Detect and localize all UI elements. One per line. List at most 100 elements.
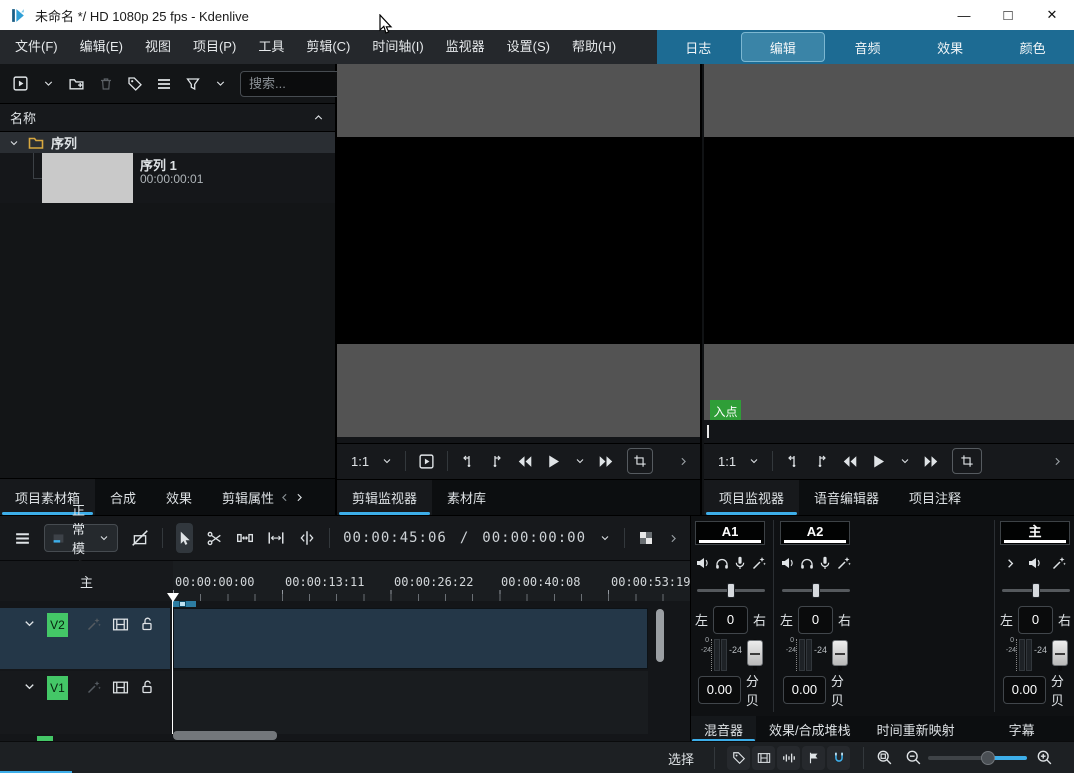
play-icon[interactable] — [545, 453, 562, 470]
bin-folder-row[interactable]: 序列 — [0, 132, 335, 153]
menu-settings[interactable]: 设置(S) — [496, 30, 561, 64]
effects-wand-icon[interactable] — [836, 555, 852, 571]
gain-value[interactable]: 0.00 — [698, 676, 741, 704]
split-icon[interactable] — [298, 529, 316, 547]
mute-icon[interactable] — [695, 555, 711, 571]
record-mic-icon[interactable] — [732, 555, 748, 571]
razor-tool-icon[interactable] — [206, 530, 223, 547]
zoom-slider-track[interactable] — [928, 756, 988, 760]
chevron-down-icon[interactable] — [42, 77, 55, 90]
track-label-v1[interactable]: V1 — [47, 676, 68, 700]
zoom-fit-icon[interactable] — [876, 749, 893, 766]
filter-icon[interactable] — [185, 76, 201, 92]
tab-clip-properties[interactable]: 剪辑属性 — [207, 479, 278, 515]
tab-library[interactable]: 素材库 — [432, 480, 501, 515]
workspace-tab-color[interactable]: 颜色 — [991, 30, 1074, 64]
timeline-ruler[interactable]: 00:00:00:00 00:00:13:11 00:00:26:22 00:0… — [173, 561, 690, 601]
snap-button[interactable] — [827, 746, 850, 770]
zone-mode-button[interactable] — [952, 448, 982, 474]
fader-knob[interactable] — [832, 640, 848, 666]
fader-knob[interactable] — [1052, 640, 1068, 666]
marker-flag-button[interactable] — [802, 746, 825, 770]
timeline-master-button[interactable]: 主 — [0, 561, 173, 601]
minimize-button[interactable]: — — [942, 0, 986, 30]
mute-icon[interactable] — [1027, 555, 1043, 571]
tab-project-monitor[interactable]: 项目监视器 — [704, 480, 799, 515]
effects-wand-icon[interactable] — [1051, 555, 1067, 571]
track-lane-v2[interactable] — [173, 608, 648, 669]
chevron-down-icon[interactable] — [8, 137, 20, 149]
menu-project[interactable]: 项目(P) — [182, 30, 247, 64]
menu-monitor[interactable]: 监视器 — [435, 30, 496, 64]
timeline-menu-icon[interactable] — [14, 530, 31, 547]
filmstrip-icon[interactable] — [112, 616, 129, 633]
lock-open-icon[interactable] — [139, 616, 155, 632]
menu-file[interactable]: 文件(F) — [4, 30, 69, 64]
chevron-down-icon[interactable] — [748, 455, 760, 467]
effects-wand-icon[interactable] — [86, 679, 102, 695]
zoom-out-icon[interactable] — [905, 749, 922, 766]
zoom-slider-handle[interactable] — [981, 751, 995, 765]
track-header-v1[interactable]: V1 — [0, 671, 170, 734]
filmstrip-icon[interactable] — [112, 679, 129, 696]
balance-slider[interactable] — [697, 589, 765, 592]
gain-value[interactable]: 0.00 — [1003, 676, 1046, 704]
volume-fader[interactable] — [1051, 639, 1069, 671]
tab-subtitles[interactable]: 字幕 — [996, 716, 1048, 742]
workspace-tab-logging[interactable]: 日志 — [657, 30, 740, 64]
clip-monitor-ruler[interactable] — [337, 437, 700, 443]
lock-open-icon[interactable] — [139, 679, 155, 695]
tag-icon[interactable] — [127, 76, 143, 92]
chevron-down-icon[interactable] — [214, 77, 227, 90]
monitor-zoom-level[interactable]: 1:1 — [718, 454, 736, 469]
monitor-headphones-icon[interactable] — [714, 555, 730, 571]
menu-help[interactable]: 帮助(H) — [561, 30, 627, 64]
zone-out-icon[interactable] — [813, 453, 829, 469]
balance-slider[interactable] — [782, 589, 850, 592]
workspace-tab-effects[interactable]: 效果 — [909, 30, 992, 64]
volume-fader[interactable] — [831, 639, 849, 671]
volume-fader[interactable] — [746, 639, 764, 671]
tab-scroll-right-icon[interactable] — [293, 491, 306, 504]
zoom-in-icon[interactable] — [1036, 749, 1053, 766]
project-monitor-ruler[interactable] — [704, 420, 1074, 443]
tab-speech-editor[interactable]: 语音编辑器 — [799, 480, 894, 515]
pan-value[interactable]: 0 — [1018, 606, 1053, 634]
search-input[interactable] — [240, 71, 350, 97]
chevron-down-icon[interactable] — [381, 455, 393, 467]
clip-thumbnail[interactable] — [42, 153, 133, 203]
clip-monitor-video[interactable] — [337, 137, 700, 344]
zone-out-icon[interactable] — [488, 453, 504, 469]
rewind-icon[interactable] — [516, 453, 533, 470]
balance-knob[interactable] — [1032, 583, 1040, 598]
video-thumbnails-button[interactable] — [752, 746, 775, 770]
gain-value[interactable]: 0.00 — [783, 676, 826, 704]
menu-edit[interactable]: 编辑(E) — [69, 30, 134, 64]
menu-tools[interactable]: 工具 — [247, 30, 295, 64]
tab-clip-monitor[interactable]: 剪辑监视器 — [337, 480, 432, 515]
record-mic-icon[interactable] — [817, 555, 833, 571]
workspace-tab-editing[interactable]: 编辑 — [741, 32, 826, 62]
monitor-zoom-level[interactable]: 1:1 — [351, 454, 369, 469]
tab-time-remap[interactable]: 时间重新映射 — [864, 716, 968, 742]
forward-icon[interactable] — [923, 453, 940, 470]
tab-effects[interactable]: 效果 — [151, 479, 207, 515]
chevron-down-icon[interactable] — [574, 455, 586, 467]
menu-timeline[interactable]: 时间轴(I) — [361, 30, 434, 64]
track-header-v2[interactable]: V2 — [0, 608, 170, 669]
tab-scroll-left-icon[interactable] — [278, 491, 291, 504]
bin-clip-row[interactable]: 序列 1 00:00:00:01 — [0, 153, 335, 203]
fader-knob[interactable] — [747, 640, 763, 666]
track-label-v2[interactable]: V2 — [47, 613, 68, 637]
new-folder-icon[interactable] — [68, 75, 85, 92]
preview-render-icon[interactable] — [638, 530, 654, 546]
playhead-marker[interactable] — [167, 593, 179, 602]
tab-compositions[interactable]: 合成 — [95, 479, 151, 515]
rewind-icon[interactable] — [841, 453, 858, 470]
bin-column-header[interactable]: 名称 — [0, 103, 335, 132]
tab-effect-stack[interactable]: 效果/合成堆栈 — [756, 716, 864, 742]
zone-mode-button[interactable] — [627, 448, 653, 474]
forward-icon[interactable] — [598, 453, 615, 470]
maximize-button[interactable]: □ — [986, 0, 1030, 30]
effects-wand-icon[interactable] — [86, 616, 102, 632]
